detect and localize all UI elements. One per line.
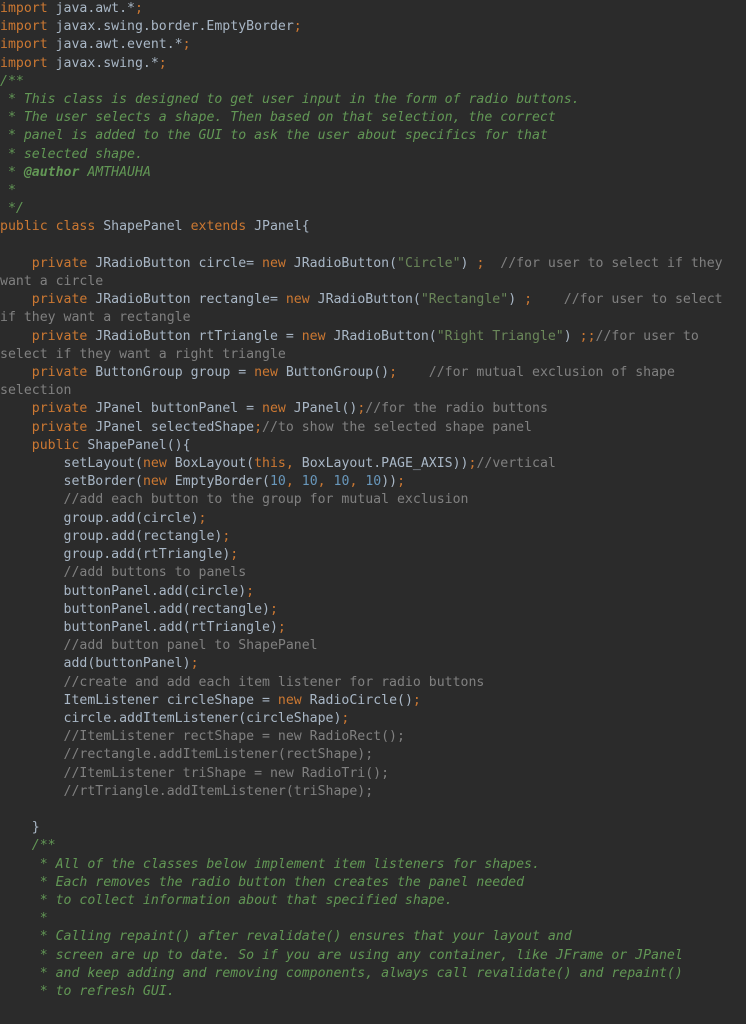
code-line[interactable]: add(buttonPanel);	[0, 655, 746, 673]
code-line[interactable]: setBorder(new EmptyBorder(10, 10, 10, 10…	[0, 473, 746, 491]
code-line[interactable]: }	[0, 819, 746, 837]
code-line[interactable]: public class ShapePanel extends JPanel{	[0, 218, 746, 236]
code-line[interactable]: * to collect information about that spec…	[0, 892, 746, 910]
code-line[interactable]: * The user selects a shape. Then based o…	[0, 109, 746, 127]
code-line[interactable]: //ItemListener rectShape = new RadioRect…	[0, 728, 746, 746]
code-line[interactable]: buttonPanel.add(rectangle);	[0, 601, 746, 619]
code-line[interactable]: setLayout(new BoxLayout(this, BoxLayout.…	[0, 455, 746, 473]
code-line[interactable]: ItemListener circleShape = new RadioCirc…	[0, 692, 746, 710]
code-line-blank[interactable]	[0, 237, 746, 255]
code-line[interactable]: * All of the classes below implement ite…	[0, 856, 746, 874]
code-line[interactable]: //rectangle.addItemListener(rectShape);	[0, 746, 746, 764]
code-line[interactable]: import java.awt.*;	[0, 0, 746, 18]
code-line[interactable]: * Each removes the radio button then cre…	[0, 874, 746, 892]
code-line[interactable]: group.add(rtTriangle);	[0, 546, 746, 564]
code-line[interactable]: *	[0, 182, 746, 200]
code-line[interactable]: //create and add each item listener for …	[0, 674, 746, 692]
code-line[interactable]: private ButtonGroup group = new ButtonGr…	[0, 364, 746, 400]
code-line[interactable]: private JPanel selectedShape;//to show t…	[0, 419, 746, 437]
code-line[interactable]: import javax.swing.*;	[0, 55, 746, 73]
code-line[interactable]: */	[0, 200, 746, 218]
code-line[interactable]: import javax.swing.border.EmptyBorder;	[0, 18, 746, 36]
code-line[interactable]: * Calling repaint() after revalidate() e…	[0, 928, 746, 946]
code-line[interactable]: * panel is added to the GUI to ask the u…	[0, 127, 746, 145]
code-editor-viewport[interactable]: import java.awt.*; import javax.swing.bo…	[0, 0, 746, 1024]
code-line[interactable]: * screen are up to date. So if you are u…	[0, 947, 746, 965]
code-line[interactable]: * @author AMTHAUHA	[0, 164, 746, 182]
code-line[interactable]: //rtTriangle.addItemListener(triShape);	[0, 783, 746, 801]
code-line[interactable]: group.add(circle);	[0, 510, 746, 528]
code-line[interactable]: group.add(rectangle);	[0, 528, 746, 546]
code-line-blank[interactable]	[0, 801, 746, 819]
code-line[interactable]: * This class is designed to get user inp…	[0, 91, 746, 109]
code-line[interactable]: private JPanel buttonPanel = new JPanel(…	[0, 400, 746, 418]
code-line[interactable]: *	[0, 910, 746, 928]
code-line[interactable]: public ShapePanel(){	[0, 437, 746, 455]
code-line[interactable]: //add each button to the group for mutua…	[0, 491, 746, 509]
code-line[interactable]: * selected shape.	[0, 146, 746, 164]
code-line[interactable]: import java.awt.event.*;	[0, 36, 746, 54]
code-line[interactable]: buttonPanel.add(circle);	[0, 583, 746, 601]
code-line[interactable]: /**	[0, 837, 746, 855]
code-line[interactable]: buttonPanel.add(rtTriangle);	[0, 619, 746, 637]
code-line[interactable]: //ItemListener triShape = new RadioTri()…	[0, 765, 746, 783]
code-line[interactable]: circle.addItemListener(circleShape);	[0, 710, 746, 728]
code-line[interactable]: private JRadioButton rtTriangle = new JR…	[0, 328, 746, 364]
code-line[interactable]: * to refresh GUI.	[0, 983, 746, 1001]
code-line[interactable]: * and keep adding and removing component…	[0, 965, 746, 983]
code-line[interactable]: private JRadioButton rectangle= new JRad…	[0, 291, 746, 327]
code-line[interactable]: //add button panel to ShapePanel	[0, 637, 746, 655]
code-line[interactable]: //add buttons to panels	[0, 564, 746, 582]
code-line[interactable]: /**	[0, 73, 746, 91]
code-line[interactable]: private JRadioButton circle= new JRadioB…	[0, 255, 746, 291]
